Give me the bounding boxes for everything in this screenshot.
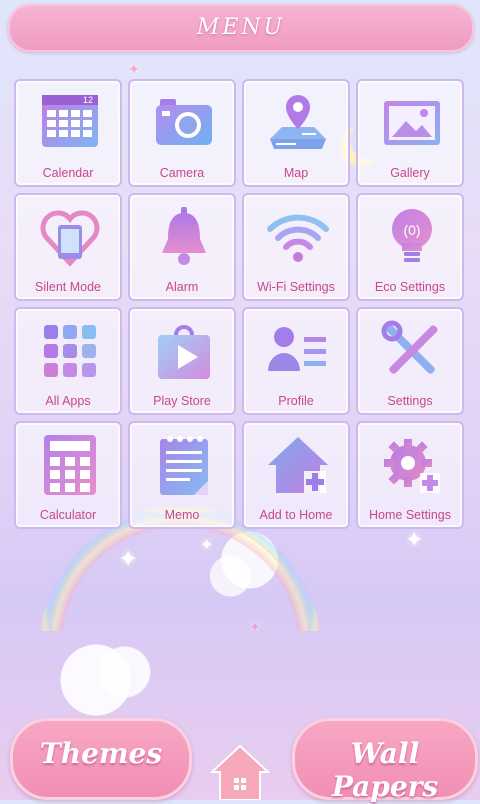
tile-settings[interactable]: Settings: [356, 307, 464, 415]
tile-alarm[interactable]: Alarm: [128, 193, 236, 301]
wifi-icon: [267, 214, 329, 262]
tile-play-store[interactable]: Play Store: [128, 307, 236, 415]
memo-icon: [160, 436, 208, 495]
tile-label: Home Settings: [369, 508, 451, 522]
wallpapers-button-label: Wall Papers: [331, 737, 439, 803]
tile-map[interactable]: Map: [242, 79, 350, 187]
calendar-badge: 12: [83, 95, 93, 105]
svg-text:(0): (0): [403, 222, 420, 238]
camera-icon: [156, 99, 212, 145]
menu-header: MENU: [8, 4, 474, 52]
tile-memo[interactable]: Memo: [128, 421, 236, 529]
tile-label: Camera: [159, 166, 205, 180]
tile-home-settings[interactable]: Home Settings: [356, 421, 464, 529]
home-button[interactable]: [209, 744, 271, 801]
tile-label: Gallery: [390, 166, 430, 180]
tile-label: Wi-Fi Settings: [257, 280, 335, 294]
home-icon: [209, 744, 271, 801]
tile-label: Map: [283, 166, 309, 180]
page-title: MENU: [196, 15, 286, 40]
tile-label: Profile: [278, 394, 314, 408]
themes-button-label: Themes: [39, 737, 163, 770]
profile-icon: [268, 327, 326, 371]
sparkle-decoration: ✦: [128, 62, 140, 78]
sparkle-decoration: ✦: [405, 528, 424, 553]
sparkle-decoration: ✦: [250, 620, 261, 634]
tile-gallery[interactable]: Gallery: [356, 79, 464, 187]
tile-eco-settings[interactable]: (0) Eco Settings: [356, 193, 464, 301]
alarm-bell-icon: [162, 207, 206, 265]
tile-all-apps[interactable]: All Apps: [14, 307, 122, 415]
wallpapers-button[interactable]: Wall Papers: [292, 718, 478, 803]
tile-wifi-settings[interactable]: Wi-Fi Settings: [242, 193, 350, 301]
tile-calculator[interactable]: Calculator: [14, 421, 122, 529]
tile-label: Settings: [387, 394, 433, 408]
tile-label: Calculator: [39, 508, 97, 522]
eco-bulb-icon: (0): [392, 209, 432, 262]
tile-label: Play Store: [153, 394, 211, 408]
silent-mode-icon: [40, 210, 100, 267]
sparkle-decoration: ✦: [200, 535, 214, 554]
tile-label: Memo: [164, 508, 200, 522]
tile-calendar[interactable]: 12 Calendar: [14, 79, 122, 187]
calendar-icon: 12: [42, 95, 98, 147]
tile-label: Alarm: [165, 280, 199, 294]
tile-camera[interactable]: Camera: [128, 79, 236, 187]
settings-tools-icon: [381, 320, 438, 374]
tile-label: Add to Home: [259, 508, 333, 522]
tile-label: Eco Settings: [374, 280, 446, 294]
tile-add-to-home[interactable]: Add to Home: [242, 421, 350, 529]
play-store-icon: [158, 325, 210, 379]
gallery-icon: [384, 101, 440, 145]
calculator-icon: [44, 435, 96, 495]
themes-button[interactable]: Themes: [10, 718, 192, 800]
sparkle-decoration: ✦: [118, 545, 139, 573]
home-settings-icon: [384, 439, 440, 493]
map-icon: [270, 95, 326, 149]
all-apps-icon: [44, 325, 96, 377]
app-grid: 12 Calendar Camera Map Gallery Silent Mo…: [14, 79, 466, 531]
tile-label: Silent Mode: [34, 280, 101, 294]
add-to-home-icon: [268, 437, 328, 493]
tile-profile[interactable]: Profile: [242, 307, 350, 415]
tile-label: All Apps: [45, 394, 91, 408]
tile-label: Calendar: [42, 166, 94, 180]
tile-silent-mode[interactable]: Silent Mode: [14, 193, 122, 301]
